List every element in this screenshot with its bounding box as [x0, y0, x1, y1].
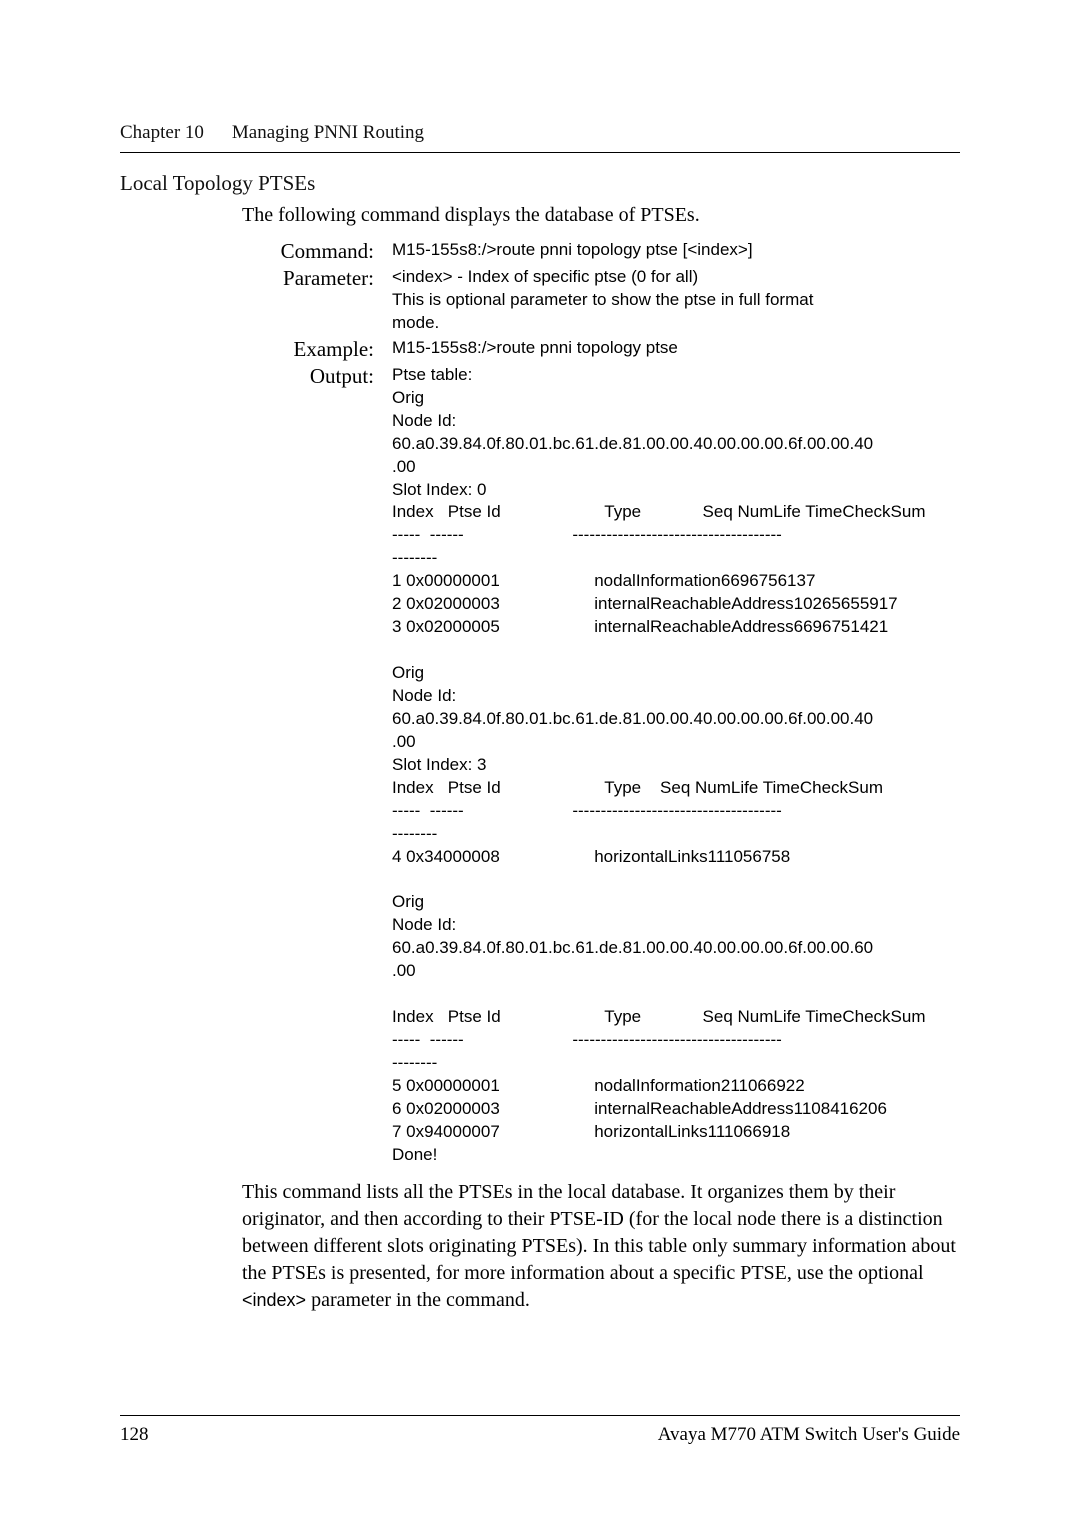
- closing-text-2: parameter in the command.: [306, 1289, 530, 1311]
- header-rule: [120, 152, 960, 153]
- chapter-label: Chapter 10: [120, 122, 204, 144]
- closing-paragraph: This command lists all the PTSEs in the …: [242, 1179, 960, 1314]
- parameter-row: Parameter: <index> - Index of specific p…: [242, 266, 960, 335]
- page-footer: 128 Avaya M770 ATM Switch User's Guide: [120, 1415, 960, 1446]
- example-row: Example: M15-155s8:/>route pnni topology…: [242, 337, 960, 362]
- output-label: Output:: [242, 364, 392, 1167]
- example-value: M15-155s8:/>route pnni topology ptse: [392, 337, 960, 362]
- chapter-title: Managing PNNI Routing: [232, 122, 424, 144]
- parameter-value: <index> - Index of specific ptse (0 for …: [392, 266, 960, 335]
- output-block: Ptse table: Orig Node Id: 60.a0.39.84.0f…: [392, 364, 960, 1167]
- closing-code: <index>: [242, 1290, 306, 1310]
- example-label: Example:: [242, 337, 392, 362]
- book-title: Avaya M770 ATM Switch User's Guide: [658, 1424, 960, 1446]
- command-row: Command: M15-155s8:/>route pnni topology…: [242, 239, 960, 264]
- parameter-label: Parameter:: [242, 266, 392, 335]
- command-value: M15-155s8:/>route pnni topology ptse [<i…: [392, 239, 960, 264]
- page-number: 128: [120, 1424, 149, 1446]
- output-row: Output: Ptse table: Orig Node Id: 60.a0.…: [242, 364, 960, 1167]
- closing-text-1: This command lists all the PTSEs in the …: [242, 1181, 956, 1284]
- command-label: Command:: [242, 239, 392, 264]
- chapter-header: Chapter 10 Managing PNNI Routing: [120, 122, 960, 144]
- intro-text: The following command displays the datab…: [242, 202, 960, 229]
- footer-row: 128 Avaya M770 ATM Switch User's Guide: [120, 1424, 960, 1446]
- section-title: Local Topology PTSEs: [120, 171, 960, 196]
- footer-rule: [120, 1415, 960, 1416]
- page: Chapter 10 Managing PNNI Routing Local T…: [0, 0, 1080, 1528]
